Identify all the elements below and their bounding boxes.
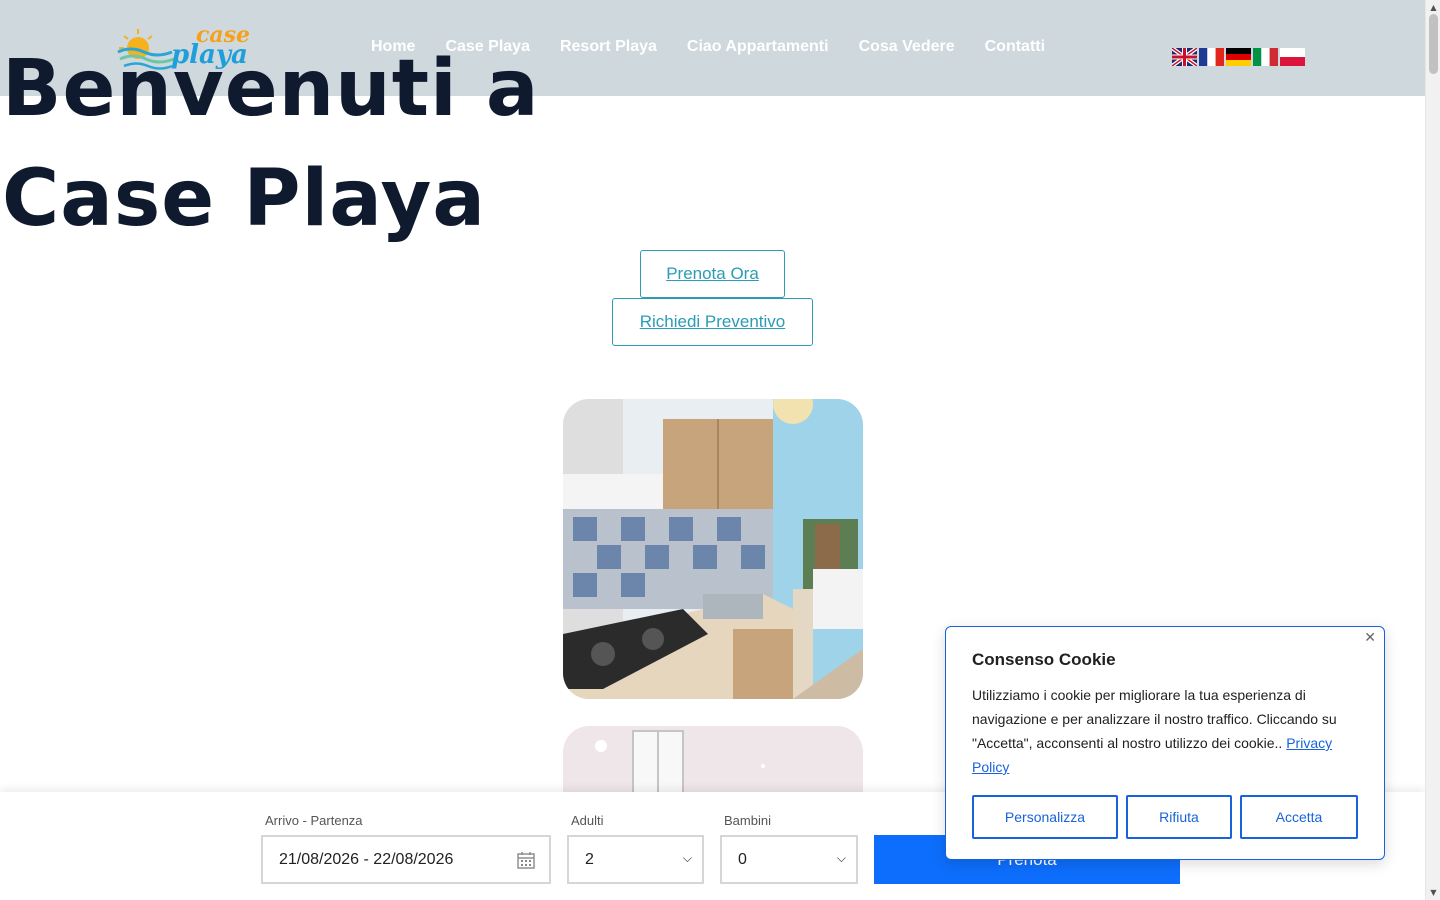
nav-resort-playa[interactable]: Resort Playa bbox=[560, 38, 657, 56]
adults-value: 2 bbox=[585, 850, 594, 868]
scroll-thumb[interactable] bbox=[1429, 14, 1438, 74]
children-label: Bambini bbox=[724, 813, 771, 828]
page-title-line2: Case Playa bbox=[2, 154, 486, 244]
children-value: 0 bbox=[738, 850, 747, 868]
children-select[interactable]: 0 ⌵ bbox=[720, 835, 858, 884]
cookie-title: Consenso Cookie bbox=[972, 650, 1116, 669]
close-icon[interactable]: ✕ bbox=[1364, 630, 1376, 646]
customize-button[interactable]: Personalizza bbox=[972, 795, 1118, 839]
cookie-description: Utilizziamo i cookie per migliorare la t… bbox=[972, 683, 1364, 779]
dates-input[interactable]: 21/08/2026 - 22/08/2026 bbox=[261, 835, 551, 884]
adults-select[interactable]: 2 ⌵ bbox=[567, 835, 704, 884]
kitchen-photo bbox=[563, 399, 863, 699]
language-switcher bbox=[1172, 48, 1305, 66]
chevron-down-icon: ⌵ bbox=[836, 851, 846, 865]
page-title-line1: Benvenuti a bbox=[2, 44, 540, 134]
nav-contatti[interactable]: Contatti bbox=[985, 38, 1045, 56]
nav-ciao-appartamenti[interactable]: Ciao Appartamenti bbox=[687, 38, 829, 56]
adults-label: Adulti bbox=[571, 813, 604, 828]
page-title: Benvenuti a Case Playa bbox=[2, 34, 540, 254]
dates-value: 21/08/2026 - 22/08/2026 bbox=[279, 850, 454, 868]
calendar-icon bbox=[517, 852, 535, 869]
reject-button[interactable]: Rifiuta bbox=[1126, 795, 1232, 839]
scroll-down-icon[interactable]: ▼ bbox=[1426, 885, 1440, 900]
nav-cosa-vedere[interactable]: Cosa Vedere bbox=[859, 38, 955, 56]
book-now-button[interactable]: Prenota Ora bbox=[640, 250, 785, 298]
chevron-down-icon: ⌵ bbox=[682, 851, 692, 865]
italian-flag-icon[interactable] bbox=[1253, 48, 1278, 66]
polish-flag-icon[interactable] bbox=[1280, 48, 1305, 66]
scroll-up-icon[interactable]: ▲ bbox=[1426, 0, 1440, 15]
page-scrollbar[interactable]: ▲ ▼ bbox=[1425, 0, 1440, 900]
english-flag-icon[interactable] bbox=[1172, 48, 1197, 66]
accept-button[interactable]: Accetta bbox=[1240, 795, 1358, 839]
german-flag-icon[interactable] bbox=[1226, 48, 1251, 66]
cookie-consent-dialog: ✕ Consenso Cookie Utilizziamo i cookie p… bbox=[945, 626, 1385, 860]
french-flag-icon[interactable] bbox=[1199, 48, 1224, 66]
cookie-text: Utilizziamo i cookie per migliorare la t… bbox=[972, 687, 1337, 751]
dates-label: Arrivo - Partenza bbox=[265, 813, 363, 828]
request-quote-button[interactable]: Richiedi Preventivo bbox=[612, 298, 813, 346]
